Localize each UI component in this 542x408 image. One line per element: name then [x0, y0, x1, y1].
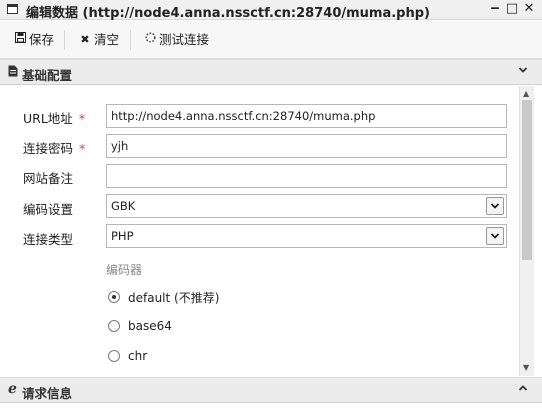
note-input[interactable] — [106, 164, 507, 188]
chevron-down-icon[interactable] — [486, 197, 504, 215]
radio-button[interactable] — [108, 350, 120, 362]
basic-config-title: 基础配置 — [22, 68, 73, 83]
close-button[interactable]: ✕ — [522, 1, 536, 17]
toolbar-divider — [130, 30, 131, 50]
document-icon — [8, 65, 18, 80]
type-value: PHP — [111, 229, 134, 243]
basic-config-header[interactable]: 基础配置 — [0, 59, 542, 85]
request-info-title: 请求信息 — [22, 386, 73, 401]
encoder-option-label: chr — [128, 349, 148, 363]
type-select[interactable]: PHP — [106, 224, 507, 248]
chevron-up-icon[interactable] — [518, 382, 528, 396]
basic-config-form: URL地址* 连接密码* 网站备注 编码设置 GBK 连接类型 PHP 编码器 … — [0, 86, 542, 376]
save-label: 保存 — [29, 32, 55, 47]
clear-label: 清空 — [94, 32, 120, 47]
encoder-title: 编码器 — [106, 263, 143, 277]
encoder-option-label: base64 — [128, 319, 172, 333]
chevron-down-icon[interactable] — [486, 227, 504, 245]
url-input[interactable] — [106, 104, 507, 128]
x-icon: ✖ — [80, 33, 90, 46]
clear-button[interactable]: ✖ 清空 — [79, 31, 119, 49]
password-input[interactable] — [106, 134, 507, 158]
form-scrollbar[interactable]: ▲ ▼ — [519, 86, 534, 376]
encoder-option-default[interactable]: default (不推荐) — [108, 289, 219, 305]
url-label: URL地址 * — [23, 111, 86, 126]
save-button[interactable]: 保存 — [14, 31, 54, 49]
window-icon — [7, 4, 18, 14]
encoder-option-label: default (不推荐) — [128, 290, 220, 305]
type-label: 连接类型 — [23, 232, 74, 247]
required-mark: * — [78, 111, 86, 126]
scroll-up-icon[interactable]: ▲ — [523, 89, 529, 98]
e-icon: ℯ — [8, 381, 17, 397]
minimize-button[interactable]: ‒ — [488, 1, 502, 17]
window-title: 编辑数据 (http://node4.anna.nssctf.cn:28740/… — [26, 6, 430, 21]
scrollbar-thumb[interactable] — [522, 100, 532, 260]
test-connection-label: 测试连接 — [159, 32, 210, 47]
toolbar-divider — [64, 30, 65, 50]
encoding-select[interactable]: GBK — [106, 194, 507, 218]
radio-button[interactable] — [108, 291, 120, 303]
toolbar: 保存 ✖ 清空 测试连接 — [0, 21, 542, 59]
encoding-value: GBK — [111, 199, 136, 213]
floppy-icon — [14, 31, 26, 49]
encoder-option-chr[interactable]: chr — [108, 348, 147, 364]
encoder-option-base64[interactable]: base64 — [108, 318, 172, 334]
window-titlebar: 编辑数据 (http://node4.anna.nssctf.cn:28740/… — [0, 0, 542, 21]
request-info-header[interactable]: ℯ 请求信息 — [0, 377, 542, 403]
encoding-label: 编码设置 — [23, 202, 74, 217]
required-mark: * — [79, 141, 86, 156]
password-label: 连接密码 * — [23, 141, 86, 156]
chevron-down-icon[interactable] — [518, 64, 528, 78]
spinner-icon — [144, 31, 156, 49]
scroll-down-icon[interactable]: ▼ — [523, 363, 529, 372]
maximize-button[interactable]: □ — [505, 1, 519, 17]
test-connection-button[interactable]: 测试连接 — [144, 31, 209, 49]
note-label: 网站备注 — [23, 171, 74, 186]
radio-button[interactable] — [108, 320, 120, 332]
